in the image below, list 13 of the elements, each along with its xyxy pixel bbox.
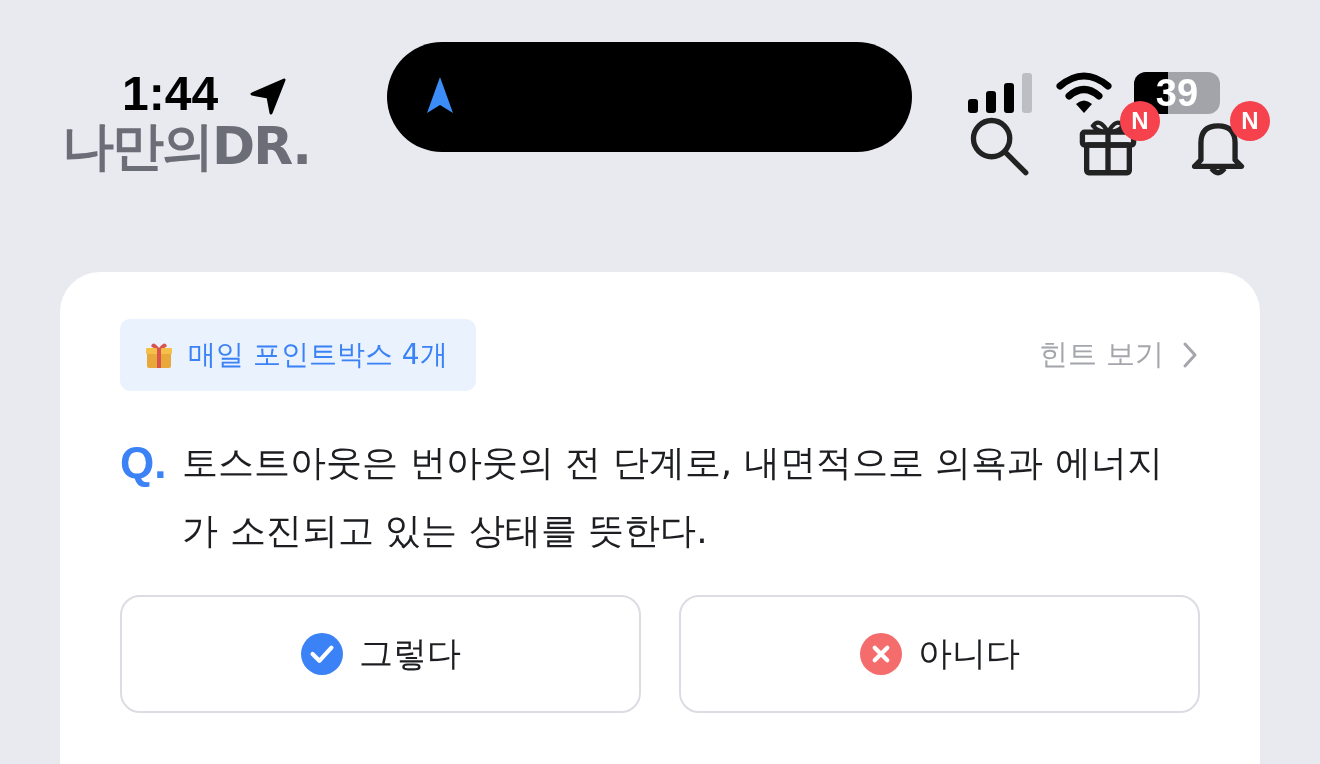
question-marker: Q. — [120, 437, 167, 489]
reward-chip-label: 매일 포인트박스 4개 — [188, 337, 448, 373]
yes-answer-button[interactable]: 그렇다 — [120, 595, 641, 713]
x-circle-icon — [859, 633, 902, 675]
no-answer-button[interactable]: 아니다 — [679, 595, 1200, 713]
gift-box-icon — [144, 340, 174, 370]
signal-icon — [968, 72, 1034, 114]
navigation-arrow-icon — [425, 75, 455, 115]
new-badge: N — [1230, 101, 1270, 141]
check-circle-icon — [300, 633, 343, 675]
question-text: 토스트아웃은 번아웃의 전 단계로, 내면적으로 의욕과 에너지가 소진되고 있는 상태를 뜻한다. — [182, 441, 1164, 553]
wifi-icon — [1056, 72, 1112, 114]
location-arrow-icon — [248, 76, 288, 116]
